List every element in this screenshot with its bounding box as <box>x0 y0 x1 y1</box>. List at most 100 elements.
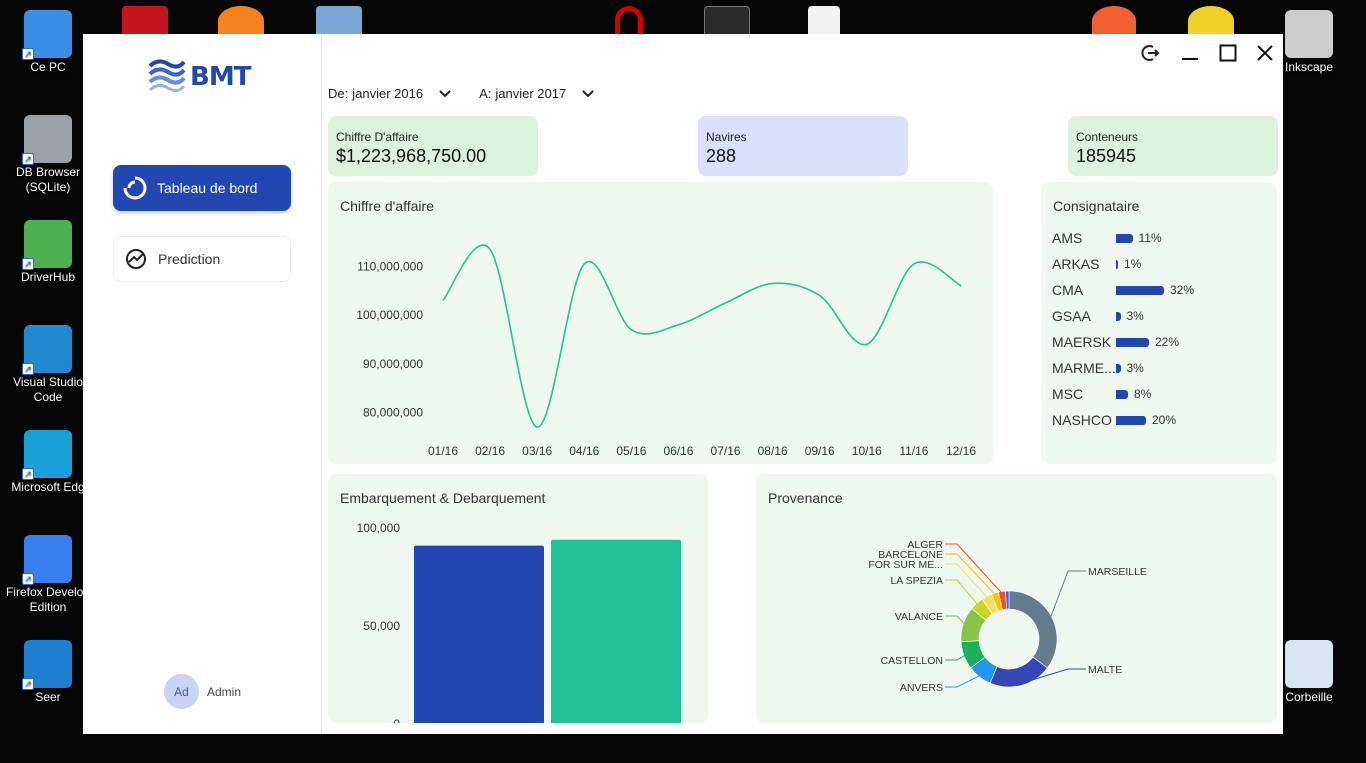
bar-value-label: 22% <box>1155 335 1180 349</box>
logout-icon <box>1141 45 1160 61</box>
pie-slice-label: LA SPEZIA <box>890 575 943 587</box>
bar <box>1116 415 1146 425</box>
from-date-select[interactable]: De: janvier 2016 <box>328 86 451 101</box>
nav-prediction[interactable]: Prediction <box>113 236 291 282</box>
trend-icon <box>124 247 148 271</box>
bar <box>1116 259 1118 269</box>
user-name: Admin <box>207 684 242 699</box>
line-chart-card: Chiffre d'affaire 80,000,000 90,000,000 10… <box>328 182 993 464</box>
bar-chart-card: Embarquement & Debarquement 050,000100,0… <box>328 474 708 723</box>
desktop-shortcut[interactable]: ↗ Visual Studio Code <box>0 325 96 405</box>
desktop-shortcut[interactable]: ↗ DB Browser (SQLite) <box>0 115 96 195</box>
x-tick-label: 07/16 <box>711 444 741 458</box>
document-icon[interactable] <box>808 6 840 36</box>
virtualbox-icon[interactable] <box>316 6 362 36</box>
kpi-conteneurs: Conteneurs 185945 <box>1068 116 1278 176</box>
pie-leader-line <box>945 615 966 626</box>
bar <box>1116 337 1149 347</box>
pie-leader-line <box>945 579 979 606</box>
x-tick-label: 10/16 <box>852 444 882 458</box>
desktop-shortcut[interactable]: ↗ Microsoft Edg <box>0 430 96 495</box>
inkscape-icon <box>1285 10 1333 58</box>
bar-category-label: MAERSK <box>1052 334 1112 350</box>
dashboard-icon <box>123 176 147 200</box>
kpi-chiffre-affaire: Chiffre D'affaire $1,223,968,750.00 <box>328 116 538 176</box>
logo: BMT <box>148 56 251 98</box>
shortcut-arrow-icon: ↗ <box>22 258 34 270</box>
bar <box>414 545 544 723</box>
bar-category-label: MSC <box>1052 386 1084 402</box>
maximize-button[interactable] <box>1217 42 1239 64</box>
pie-slice-label: ALGER <box>907 539 943 551</box>
pie-leader-line <box>945 563 989 599</box>
bar-value-label: 3% <box>1126 361 1144 375</box>
pie-slice-label: ANVERS <box>900 682 943 694</box>
edge-icon: ↗ <box>22 430 72 480</box>
from-value: janvier 2016 <box>352 86 424 101</box>
chart-title: Consignataire <box>1053 198 1140 214</box>
pie-leader-line <box>1049 570 1086 619</box>
bar <box>1116 233 1133 243</box>
bar-value-label: 20% <box>1152 413 1177 427</box>
desktop-shortcut[interactable]: ↗ Firefox Develop Edition <box>0 535 96 615</box>
minimize-button[interactable] <box>1179 42 1201 64</box>
close-icon <box>1257 45 1273 61</box>
kpi-label: Navires <box>706 130 747 144</box>
computer-icon: ↗ <box>22 10 72 60</box>
firefox-icon: ↗ <box>22 535 72 585</box>
pie-leader-line <box>945 543 1003 594</box>
seer-icon: ↗ <box>22 640 72 690</box>
desktop-shortcut[interactable]: ↗ DriverHub <box>0 220 96 285</box>
bar-value-label: 1% <box>1124 257 1142 271</box>
pdf-app-icon[interactable] <box>122 6 168 36</box>
shortcut-arrow-icon: ↗ <box>22 363 34 375</box>
bar-category-label: ARKAS <box>1052 256 1100 272</box>
desktop-shortcut[interactable]: ↗ Ce PC <box>0 10 96 75</box>
logo-text: BMT <box>190 62 251 92</box>
consignataire-row: AMS 11% <box>1052 228 1162 248</box>
y-tick-label: 0 <box>393 717 400 723</box>
recycle-bin-icon <box>1285 640 1333 688</box>
shortcut-arrow-icon: ↗ <box>22 153 34 165</box>
bar-category-label: GSAA <box>1052 308 1091 324</box>
shortcut-arrow-icon: ↗ <box>22 48 34 60</box>
user-profile[interactable]: Ad Admin <box>164 674 241 709</box>
donut-chart-card: Provenance MARSEILLE MALTE ANVERS CASTELLON… <box>756 474 1277 723</box>
y-tick-label: 80,000,000 <box>363 406 423 420</box>
terminal-icon[interactable] <box>704 6 750 36</box>
desktop-shortcut-label: Firefox Develop Edition <box>5 585 91 614</box>
kpi-value: 185945 <box>1076 146 1137 166</box>
bar-value-label: 3% <box>1126 309 1144 323</box>
pie-slice <box>989 656 1048 688</box>
x-tick-label: 06/16 <box>663 444 693 458</box>
kpi-value: 288 <box>706 146 737 166</box>
x-tick-label: 11/16 <box>899 444 928 458</box>
brush-app-icon[interactable] <box>1092 6 1136 36</box>
bar <box>1116 285 1164 295</box>
desktop-shortcut[interactable]: ↗ Seer <box>0 640 96 705</box>
series-line <box>442 244 962 428</box>
y-tick-label: 110,000,000 <box>357 259 423 273</box>
bar <box>1116 311 1121 321</box>
bar-value-label: 32% <box>1170 283 1195 297</box>
donut-chart: MARSEILLE MALTE ANVERS CASTELLON VALANCE LA S… <box>868 539 1147 694</box>
to-date-select[interactable]: A: janvier 2017 <box>479 86 594 101</box>
logout-button[interactable] <box>1139 42 1161 64</box>
shortcut-arrow-icon: ↗ <box>22 573 34 585</box>
chevron-down-icon <box>582 87 594 101</box>
x-tick-label: 03/16 <box>522 444 552 458</box>
app-window: BMT Tableau de bord Prediction Ad Admin <box>83 34 1283 734</box>
consignataire-row: GSAA 3% <box>1052 306 1144 326</box>
bar-category-label: NASHCO <box>1052 412 1112 428</box>
close-button[interactable] <box>1254 42 1276 64</box>
consignataire-row: CMA 32% <box>1052 280 1194 300</box>
settings-badge-icon[interactable] <box>1188 6 1234 36</box>
red-magnet-icon[interactable] <box>615 6 643 36</box>
consignataire-card: Consignataire AMS 11% ARKAS 1% CMA 32% GSAA 3% M… <box>1041 182 1277 464</box>
touch-app-icon[interactable] <box>218 6 264 36</box>
consignataire-row: MARME... 3% <box>1052 358 1144 378</box>
bar-value-label: 11% <box>1138 231 1162 245</box>
from-label: De: <box>328 86 349 101</box>
consignataire-row: ARKAS 1% <box>1052 254 1141 274</box>
nav-tableau-de-bord[interactable]: Tableau de bord <box>113 165 291 211</box>
